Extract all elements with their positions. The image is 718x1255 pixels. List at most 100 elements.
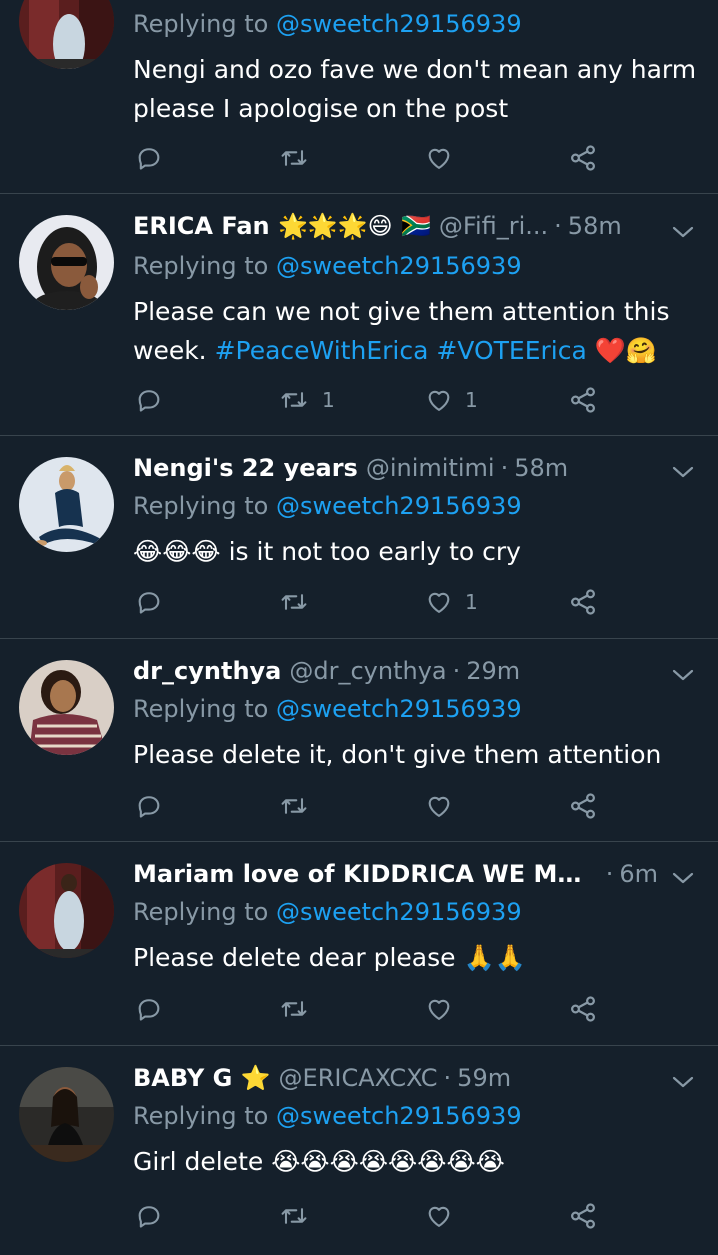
tweet-actions [0, 1201, 718, 1231]
replying-mention[interactable]: @sweetch29156939 [276, 10, 522, 38]
retweet-icon [278, 144, 310, 172]
tweet-text: Please delete dear please 🙏🙏 [133, 943, 526, 972]
tweet-actions [0, 994, 718, 1024]
share-icon [568, 1201, 598, 1231]
share-button[interactable] [568, 1201, 598, 1231]
like-button[interactable]: 1 [425, 587, 478, 617]
user-handle[interactable]: @Fifi_ri... [439, 212, 548, 240]
replying-mention[interactable]: @sweetch29156939 [276, 695, 522, 723]
tweet-item[interactable]: dr_cynthya @dr_cynthya · 29m Replying to… [0, 639, 718, 842]
display-name[interactable]: BABY G ⭐ [133, 1064, 271, 1092]
reply-icon [135, 386, 163, 414]
like-button[interactable]: 1 [425, 385, 478, 415]
share-button[interactable] [568, 385, 598, 415]
tweet-timestamp[interactable]: 59m [457, 1064, 511, 1092]
replying-label: Replying to [133, 492, 269, 520]
tweet-header: Mariam love of KIDDRICA WE MOVE ... · 6m [133, 860, 658, 896]
retweet-icon [278, 588, 310, 616]
share-icon [568, 143, 598, 173]
retweet-count: 1 [322, 388, 335, 412]
avatar[interactable] [19, 0, 114, 69]
chevron-down-icon[interactable] [670, 665, 696, 685]
heart-icon [425, 588, 453, 616]
tweet-actions [0, 143, 718, 173]
like-count: 1 [465, 590, 478, 614]
reply-button[interactable] [135, 994, 175, 1024]
retweet-button[interactable]: 1 [278, 385, 335, 415]
reply-icon [135, 588, 163, 616]
separator-dot: · [605, 860, 614, 888]
like-button[interactable] [425, 791, 465, 821]
like-button[interactable] [425, 143, 465, 173]
like-button[interactable] [425, 1201, 465, 1231]
user-handle[interactable]: @dr_cynthya [289, 657, 446, 685]
share-button[interactable] [568, 143, 598, 173]
share-button[interactable] [568, 994, 598, 1024]
avatar[interactable] [19, 1067, 114, 1162]
display-name[interactable]: dr_cynthya [133, 657, 281, 685]
retweet-button[interactable] [278, 143, 322, 173]
avatar[interactable] [19, 457, 114, 552]
retweet-icon [278, 792, 310, 820]
avatar[interactable] [19, 215, 114, 310]
heart-icon [425, 386, 453, 414]
reply-button[interactable] [135, 143, 175, 173]
tweet-item[interactable]: Nengi's 22 years @inimitimi · 58m Replyi… [0, 436, 718, 639]
retweet-button[interactable] [278, 587, 322, 617]
chevron-down-icon[interactable] [670, 222, 696, 242]
tweet-item[interactable]: Replying to @sweetch29156939 Nengi and o… [0, 0, 718, 194]
share-button[interactable] [568, 587, 598, 617]
tweet-text: Girl delete 😭😭😭😭😭😭😭😭 [133, 1147, 505, 1176]
retweet-icon [278, 1202, 310, 1230]
reply-button[interactable] [135, 791, 175, 821]
tweet-item[interactable]: ERICA Fan 🌟🌟🌟😄 🇿🇦 @Fifi_ri... · 58m Repl… [0, 194, 718, 436]
replying-mention[interactable]: @sweetch29156939 [276, 492, 522, 520]
share-icon [568, 385, 598, 415]
retweet-button[interactable] [278, 994, 322, 1024]
share-icon [568, 994, 598, 1024]
chevron-down-icon[interactable] [670, 462, 696, 482]
avatar[interactable] [19, 863, 114, 958]
reply-button[interactable] [135, 587, 175, 617]
replying-to: Replying to @sweetch29156939 [133, 492, 522, 520]
retweet-button[interactable] [278, 791, 322, 821]
heart-icon [425, 144, 453, 172]
replying-mention[interactable]: @sweetch29156939 [276, 898, 522, 926]
heart-icon [425, 792, 453, 820]
separator-dot: · [500, 454, 509, 482]
replying-label: Replying to [133, 1102, 269, 1130]
tweet-timestamp[interactable]: 58m [514, 454, 568, 482]
avatar[interactable] [19, 660, 114, 755]
retweet-button[interactable] [278, 1201, 322, 1231]
display-name[interactable]: Mariam love of KIDDRICA WE MOVE ... [133, 860, 600, 888]
user-handle[interactable]: @inimitimi [366, 454, 495, 482]
tweet-item[interactable]: BABY G ⭐ @ERICAXCXC · 59m Replying to @s… [0, 1046, 718, 1255]
hashtag-link[interactable]: #VOTEErica [436, 336, 586, 365]
tweet-item[interactable]: Mariam love of KIDDRICA WE MOVE ... · 6m… [0, 842, 718, 1046]
tweet-text-part: ❤️🤗 [586, 336, 658, 365]
hashtag-link[interactable]: #PeaceWithErica [215, 336, 429, 365]
replying-label: Replying to [133, 10, 269, 38]
user-handle[interactable]: @ERICAXCXC [279, 1064, 438, 1092]
replying-label: Replying to [133, 695, 269, 723]
tweet-header: ERICA Fan 🌟🌟🌟😄 🇿🇦 @Fifi_ri... · 58m [133, 212, 658, 248]
tweet-timestamp[interactable]: 6m [619, 860, 658, 888]
display-name[interactable]: Nengi's 22 years [133, 454, 358, 482]
chevron-down-icon[interactable] [670, 1072, 696, 1092]
like-button[interactable] [425, 994, 465, 1024]
replying-mention[interactable]: @sweetch29156939 [276, 252, 522, 280]
retweet-icon [278, 386, 310, 414]
reply-button[interactable] [135, 385, 175, 415]
chevron-down-icon[interactable] [670, 868, 696, 888]
share-button[interactable] [568, 791, 598, 821]
tweet-header: BABY G ⭐ @ERICAXCXC · 59m [133, 1064, 658, 1100]
reply-icon [135, 144, 163, 172]
display-name[interactable]: ERICA Fan 🌟🌟🌟😄 🇿🇦 [133, 212, 431, 240]
replying-mention[interactable]: @sweetch29156939 [276, 1102, 522, 1130]
reply-button[interactable] [135, 1201, 175, 1231]
tweet-actions [0, 791, 718, 821]
tweet-timestamp[interactable]: 29m [466, 657, 520, 685]
replying-to: Replying to @sweetch29156939 [133, 252, 522, 280]
tweet-header: dr_cynthya @dr_cynthya · 29m [133, 657, 658, 693]
tweet-timestamp[interactable]: 58m [568, 212, 622, 240]
